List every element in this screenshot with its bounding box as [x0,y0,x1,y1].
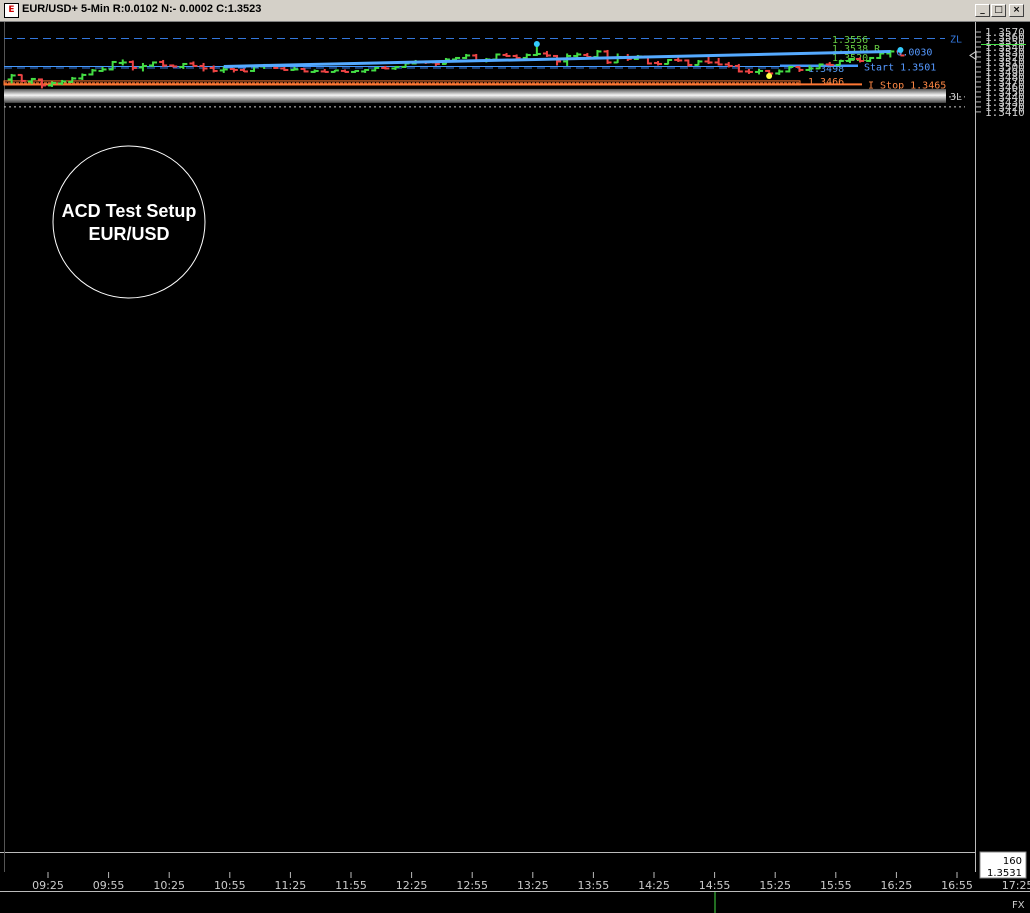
x-tick-label: 13:25 [517,879,549,892]
fx-label: FX [1012,900,1025,911]
y-tick-label: 1.3410 [985,106,1025,119]
app-icon[interactable]: E [4,3,19,18]
annotation-text-2: EUR/USD [88,224,169,244]
pivot-marker [897,46,904,53]
x-tick-label: 11:25 [275,879,307,892]
level-label-1-3466: 1.3466 [808,77,844,88]
x-tick-label: 14:55 [699,879,731,892]
x-tick-label: 15:25 [759,879,791,892]
minimize-button[interactable]: _ [975,4,990,17]
pivot-marker [533,40,540,47]
level-label-start: Start 1.3501 [864,62,936,73]
level-band-3l [4,88,946,103]
status-box-line-1: 160 [1003,856,1022,867]
x-tick-label: 12:25 [396,879,428,892]
x-tick-label: 10:25 [153,879,185,892]
window-titlebar: E EUR/USD+ 5-Min R:0.0102 N:- 0.0002 C:1… [0,0,1030,22]
x-tick-label: 16:25 [881,879,913,892]
x-tick-label: 17:25 [1002,879,1030,892]
chart-background [0,22,1030,913]
x-tick-label: 13:55 [578,879,610,892]
x-tick-label: 14:25 [638,879,670,892]
window-title: EUR/USD+ 5-Min R:0.0102 N:- 0.0002 C:1.3… [22,3,262,15]
price-chart[interactable]: ZL1.35561.3538 R1.3520Start 1.35011.3498… [0,22,1030,913]
x-tick-label: 11:55 [335,879,367,892]
x-tick-label: 09:55 [93,879,125,892]
annotation-text-1: ACD Test Setup [62,201,197,221]
maximize-button[interactable]: □ [991,4,1006,17]
x-tick-label: 12:55 [456,879,488,892]
x-tick-label: 10:55 [214,879,246,892]
level-label-3l: 3L [950,92,962,103]
x-tick-label: 15:55 [820,879,852,892]
status-box-line-2: 1.3531 [987,868,1022,879]
x-tick-label: 09:25 [32,879,64,892]
pivot-marker [766,72,773,79]
level-label-zl: ZL [950,34,962,45]
x-tick-label: 16:55 [941,879,973,892]
close-button[interactable]: × [1009,4,1024,17]
